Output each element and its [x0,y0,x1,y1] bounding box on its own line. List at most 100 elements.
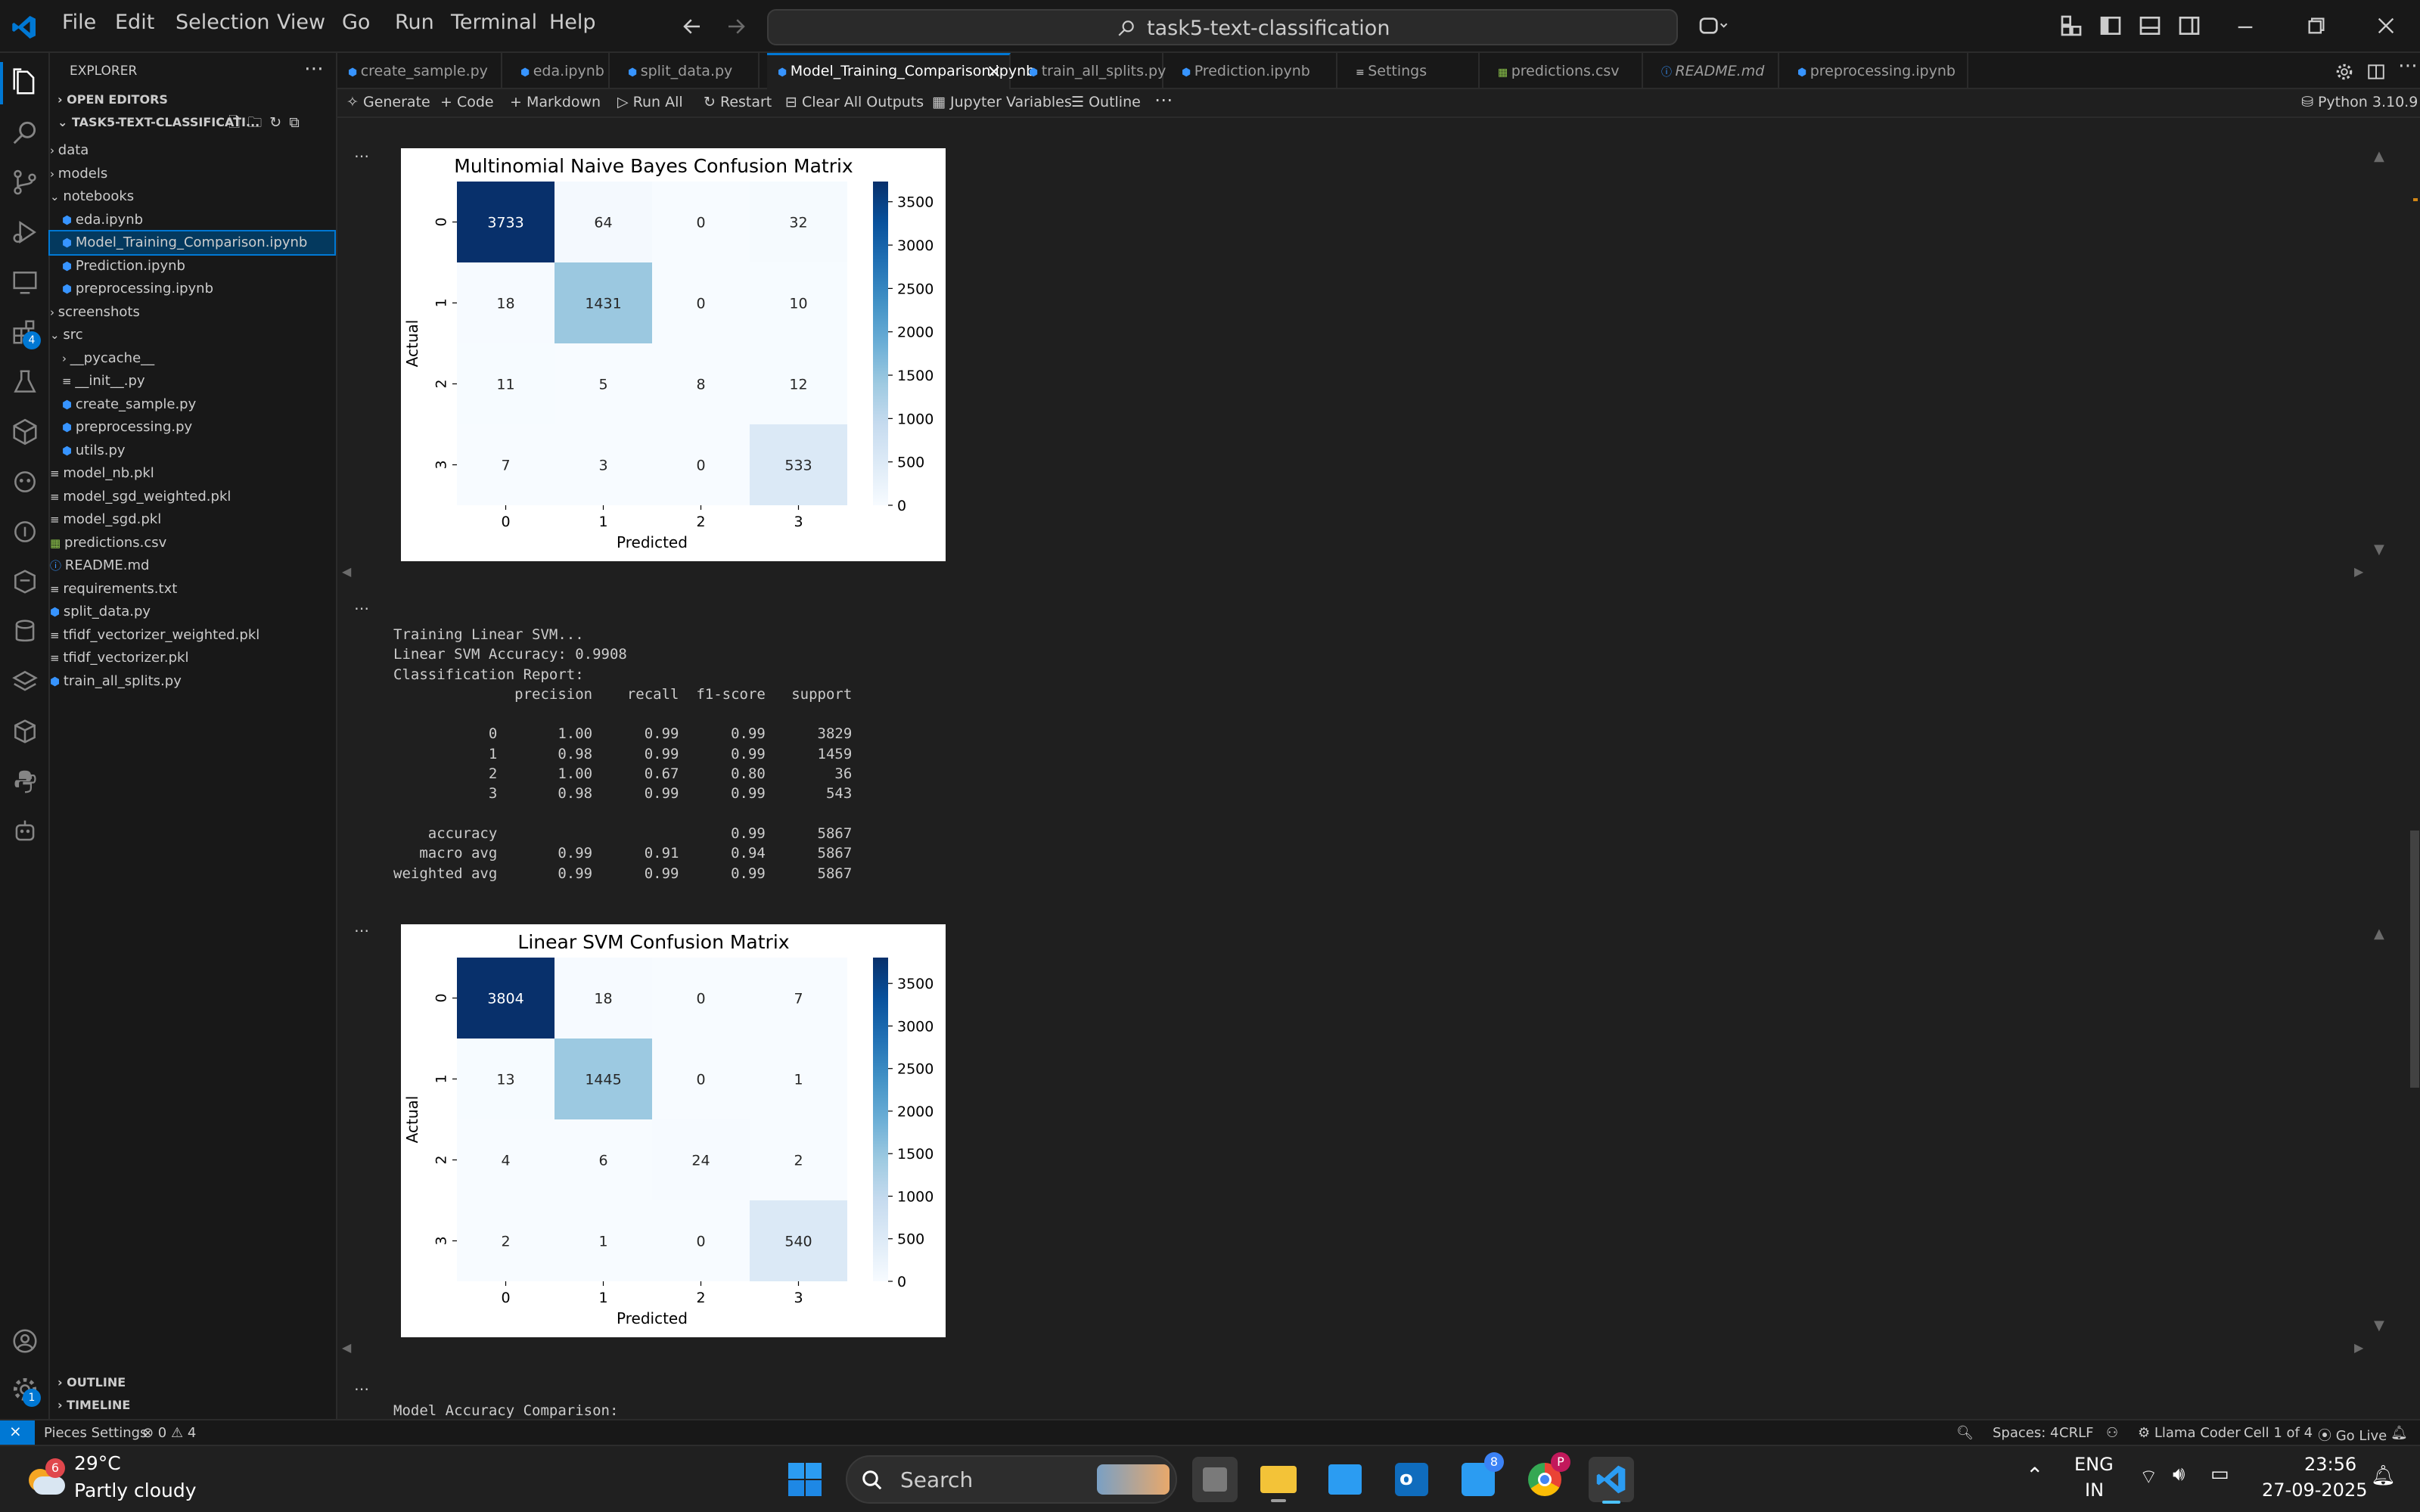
add-markdown-button[interactable]: + Markdown [510,94,601,110]
output-more-icon[interactable]: ⋯ [354,599,369,617]
extensions-icon[interactable]: 4 [11,318,41,349]
output-more-icon[interactable]: ⋯ [354,147,369,165]
menu-go[interactable]: Go [342,11,370,34]
tree-item-src[interactable]: ⌄ src [50,324,83,346]
outlook-icon[interactable]: o [1389,1457,1434,1502]
tree-item-train-all-splits-py[interactable]: ⬢ train_all_splits.py [50,670,182,693]
copilot-icon[interactable] [1698,12,1728,39]
cube-icon[interactable] [11,717,39,746]
tree-item-preprocessing-ipynb[interactable]: ⬢ preprocessing.ipynb [62,278,213,300]
command-center-search[interactable]: task5-text-classification [767,9,1678,45]
customize-layout-icon[interactable] [2059,14,2083,38]
remote-explorer-icon[interactable] [11,268,39,297]
tree-item-model-nb-pkl[interactable]: ≡ model_nb.pkl [50,462,154,485]
tree-item-preprocessing-py[interactable]: ⬢ preprocessing.py [62,416,192,439]
tree-item-requirements-txt[interactable]: ≡ requirements.txt [50,578,177,601]
tab-predictions-csv[interactable]: ▦ predictions.csv [1487,53,1643,89]
show-hidden-icons[interactable]: ⌃ [2026,1463,2043,1488]
cell-scroll-down-icon[interactable]: ▼ [2374,1318,2384,1333]
menu-view[interactable]: View [277,11,325,34]
file-explorer-icon[interactable] [1256,1457,1301,1502]
menu-help[interactable]: Help [549,11,596,34]
more-tabs-icon[interactable]: ⋯ [2398,54,2418,77]
settings-gear-icon[interactable] [2335,62,2354,82]
run-debug-icon[interactable] [11,218,39,247]
tree-item-notebooks[interactable]: ⌄ notebooks [50,185,134,208]
eol-setting[interactable]: CRLF [2059,1425,2093,1441]
problems-indicator[interactable]: ⊗ 0 ⚠ 4 [142,1425,196,1441]
tree-item--init-py[interactable]: ≡ __init__.py [62,370,145,393]
github-icon[interactable] [11,517,39,546]
menu-edit[interactable]: Edit [115,11,154,34]
vscode-icon[interactable] [1589,1457,1634,1504]
tab-train-all-splits-py[interactable]: ⬢ train_all_splits.py [1018,53,1166,89]
accounts-icon[interactable] [11,1327,39,1355]
go-live-button[interactable]: ⦿ Go Live [2318,1425,2387,1445]
notifications-bell-icon[interactable]: 🔔︎ [2390,1425,2408,1441]
wifi-icon[interactable]: ⌔ [2139,1464,2157,1489]
windows-start-icon[interactable] [787,1461,823,1498]
battery-icon[interactable]: ▭ [2210,1463,2229,1486]
clock-date[interactable]: 27-09-2025 [2262,1479,2367,1501]
notification-center-icon[interactable]: 🔔︎ [2371,1464,2396,1487]
run-all-button[interactable]: ▷ Run All [617,94,683,110]
python-icon[interactable] [11,767,39,796]
toggle-secondary-sidebar-icon[interactable] [2177,14,2201,38]
more-toolbar-icon[interactable]: ⋯ [1154,89,1173,110]
tree-item-model-training-comparison-ipynb[interactable]: ⬢ Model_Training_Comparison.ipynb [48,230,336,256]
source-control-icon[interactable] [11,168,39,197]
microsoft-store-icon[interactable] [1322,1457,1368,1502]
split-editor-icon[interactable] [2366,62,2386,82]
explorer-icon[interactable] [11,68,39,97]
search-icon[interactable] [11,118,39,147]
timeline-header[interactable]: › TIMELINE [57,1398,130,1412]
vertical-scrollbar-thumb[interactable] [2410,831,2419,1088]
taskbar-search[interactable]: Search [846,1455,1177,1504]
cell-indicator[interactable]: Cell 1 of 4 [2244,1425,2313,1441]
scroll-right-icon[interactable]: ▶ [2354,1340,2363,1355]
docker-icon[interactable] [11,567,39,596]
tree-item-split-data-py[interactable]: ⬢ split_data.py [50,601,151,623]
tree-item-utils-py[interactable]: ⬢ utils.py [62,439,126,462]
copilot-status-icon[interactable]: ⚇ [2106,1425,2118,1441]
menu-selection[interactable]: Selection [176,11,269,34]
tab-split-data-py[interactable]: ⬢ split_data.py [617,53,760,89]
tree-item-tfidf-vectorizer-weighted-pkl[interactable]: ≡ tfidf_vectorizer_weighted.pkl [50,624,259,647]
outline-header[interactable]: › OUTLINE [57,1375,126,1389]
language-indicator[interactable]: ENG [2074,1454,2114,1475]
back-arrow-icon[interactable] [681,15,704,38]
layers-icon[interactable] [11,667,39,696]
package-icon[interactable] [11,418,39,446]
tree-item-screenshots[interactable]: › screenshots [50,301,140,324]
open-editors-header[interactable]: › OPEN EDITORS [57,92,168,107]
tab-settings[interactable]: ≡ Settings [1345,53,1480,89]
tree-item-eda-ipynb[interactable]: ⬢ eda.ipynb [62,209,143,231]
tree-item-data[interactable]: › data [50,139,89,162]
clock-time[interactable]: 23:56 [2304,1454,2356,1475]
generate-button[interactable]: ✧ Generate [346,94,430,110]
toggle-sidebar-icon[interactable] [2098,14,2123,38]
add-code-button[interactable]: + Code [440,94,494,110]
restore-icon[interactable] [2306,15,2327,36]
minimize-icon[interactable] [2235,17,2256,38]
menu-run[interactable]: Run [395,11,434,34]
llama-coder-status[interactable]: ⚙ Llama Coder [2138,1425,2241,1441]
tree-item-tfidf-vectorizer-pkl[interactable]: ≡ tfidf_vectorizer.pkl [50,647,188,669]
tab-close-icon[interactable]: × [986,55,1002,87]
cell-scroll-down-icon[interactable]: ▼ [2374,542,2384,557]
pieces-settings[interactable]: Pieces Settings [44,1425,147,1441]
cell-scroll-up-icon[interactable]: ▲ [2374,148,2384,164]
tab-create-sample-py[interactable]: ⬢ create_sample.py [337,53,502,89]
tree-item-model-sgd-pkl[interactable]: ≡ model_sgd.pkl [50,508,161,531]
outline-button[interactable]: ☰ Outline [1071,94,1141,110]
output-more-icon[interactable]: ⋯ [354,921,369,939]
tree-item-create-sample-py[interactable]: ⬢ create_sample.py [62,393,196,416]
scroll-right-icon[interactable]: ▶ [2354,564,2363,579]
close-icon[interactable] [2375,15,2397,36]
tab-model-training-comparison-ipynb[interactable]: ⬢ Model_Training_Comparison.ipynb × [767,53,1035,89]
tree-item-predictions-csv[interactable]: ▦ predictions.csv [50,532,166,554]
notebook-editor[interactable]: ⋯ Multinomial Naive Bayes Confusion Matr… [337,118,2420,1419]
tree-item-readme-md[interactable]: ⓘ README.md [50,554,149,577]
more-actions-icon[interactable]: ⋯ [304,57,324,80]
scroll-left-icon[interactable]: ◀ [342,1340,351,1355]
